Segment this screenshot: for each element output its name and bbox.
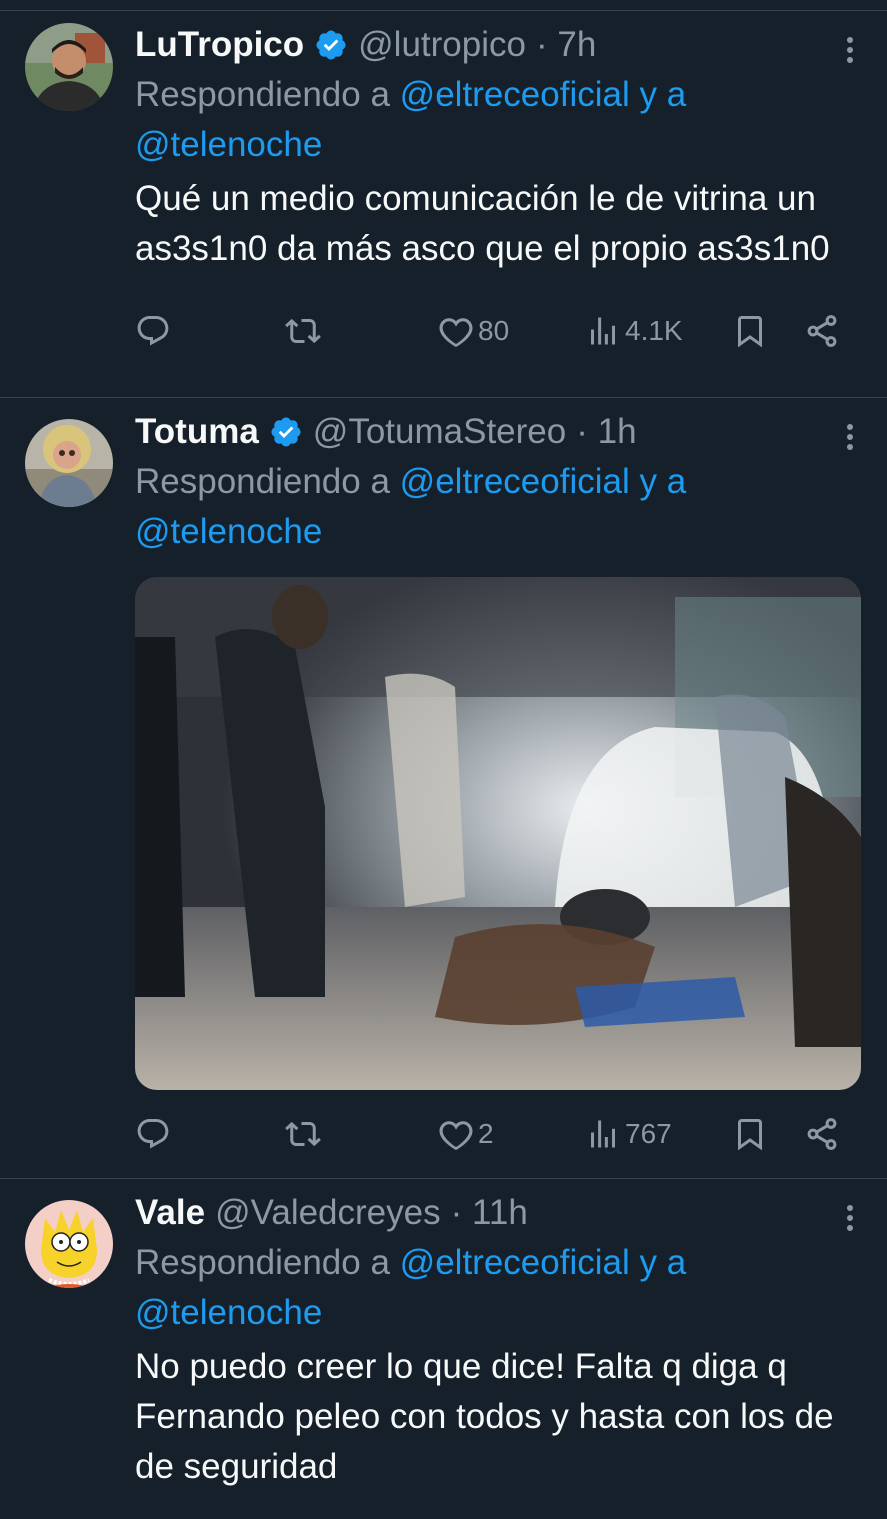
retweet-button[interactable] bbox=[285, 1094, 321, 1174]
like-count: 2 bbox=[478, 1118, 494, 1149]
bookmark-icon bbox=[738, 316, 762, 348]
top-divider bbox=[0, 0, 887, 11]
views-icon bbox=[591, 317, 615, 345]
reply-icon bbox=[137, 1119, 169, 1149]
share-icon bbox=[807, 1118, 837, 1150]
reply-mention-link[interactable]: @telenoche bbox=[135, 1293, 322, 1332]
share-icon bbox=[807, 315, 837, 347]
like-button[interactable]: 80 bbox=[438, 291, 509, 371]
author-name[interactable]: LuTropico bbox=[135, 20, 304, 70]
reply-mention-link[interactable]: @telenoche bbox=[135, 512, 322, 551]
like-icon bbox=[439, 318, 473, 348]
reply-join: y a bbox=[639, 1243, 687, 1282]
replying-to: Respondiendo a @eltreceoficial y a @tele… bbox=[135, 1238, 887, 1338]
avatar[interactable] bbox=[25, 419, 113, 507]
replying-prefix: Respondiendo a bbox=[135, 75, 390, 114]
tweet[interactable]: Totuma @TotumaStereo · 1h Respondiendo a… bbox=[0, 398, 887, 1179]
share-button[interactable] bbox=[804, 291, 840, 371]
reply-icon bbox=[137, 316, 169, 346]
like-button[interactable]: 2 bbox=[438, 1094, 494, 1174]
tweet[interactable]: Vale @Valedcreyes · 11h Respondiendo a @… bbox=[0, 1179, 887, 1519]
like-icon bbox=[439, 1121, 473, 1151]
like-count: 80 bbox=[478, 315, 510, 346]
author-handle[interactable]: @TotumaStereo bbox=[313, 407, 566, 457]
author-name[interactable]: Totuma bbox=[135, 407, 259, 457]
bookmark-button[interactable] bbox=[732, 1094, 768, 1174]
views-button[interactable]: 767 bbox=[585, 1094, 672, 1174]
timestamp[interactable]: · 1h bbox=[576, 407, 636, 457]
more-icon[interactable] bbox=[847, 1201, 853, 1235]
more-icon[interactable] bbox=[847, 420, 853, 454]
reply-button[interactable] bbox=[135, 1094, 171, 1174]
views-count: 4.1K bbox=[625, 315, 683, 346]
avatar[interactable] bbox=[25, 1200, 113, 1288]
verified-badge-icon bbox=[316, 30, 346, 60]
views-icon bbox=[591, 1120, 615, 1148]
retweet-button[interactable] bbox=[285, 291, 321, 371]
tweet[interactable]: LuTropico @lutropico · 7h Respondiendo a… bbox=[0, 11, 887, 398]
timestamp[interactable]: · 11h bbox=[451, 1188, 528, 1238]
tweet-media-video[interactable] bbox=[135, 577, 861, 1090]
avatar[interactable] bbox=[25, 23, 113, 111]
action-bar: 80 4.1K bbox=[135, 291, 887, 371]
replying-prefix: Respondiendo a bbox=[135, 1243, 390, 1282]
share-button[interactable] bbox=[804, 1094, 840, 1174]
reply-mention-link[interactable]: @eltreceoficial bbox=[400, 462, 630, 501]
tweet-text: Qué un medio comunicación le de vitrina … bbox=[135, 179, 830, 268]
reply-button[interactable] bbox=[135, 291, 171, 371]
replying-prefix: Respondiendo a bbox=[135, 462, 390, 501]
reply-join: y a bbox=[639, 462, 687, 501]
views-count: 767 bbox=[625, 1118, 672, 1149]
bookmark-icon bbox=[738, 1119, 762, 1151]
retweet-icon bbox=[285, 318, 321, 344]
views-button[interactable]: 4.1K bbox=[585, 291, 683, 371]
action-bar: 2 767 bbox=[135, 1094, 887, 1174]
replying-to: Respondiendo a @eltreceoficial y a @tele… bbox=[135, 70, 887, 170]
more-icon[interactable] bbox=[847, 33, 853, 67]
reply-mention-link[interactable]: @eltreceoficial bbox=[400, 75, 630, 114]
reply-mention-link[interactable]: @eltreceoficial bbox=[400, 1243, 630, 1282]
bookmark-button[interactable] bbox=[732, 291, 768, 371]
author-handle[interactable]: @lutropico bbox=[358, 20, 526, 70]
verified-badge-icon bbox=[271, 417, 301, 447]
timestamp[interactable]: · 7h bbox=[536, 20, 596, 70]
replying-to: Respondiendo a @eltreceoficial y a @tele… bbox=[135, 457, 887, 557]
reply-mention-link[interactable]: @telenoche bbox=[135, 125, 322, 164]
reply-join: y a bbox=[639, 75, 687, 114]
tweet-text: No puedo creer lo que dice! Falta q diga… bbox=[135, 1347, 834, 1486]
author-name[interactable]: Vale bbox=[135, 1188, 205, 1238]
retweet-icon bbox=[285, 1121, 321, 1147]
author-handle[interactable]: @Valedcreyes bbox=[215, 1188, 441, 1238]
